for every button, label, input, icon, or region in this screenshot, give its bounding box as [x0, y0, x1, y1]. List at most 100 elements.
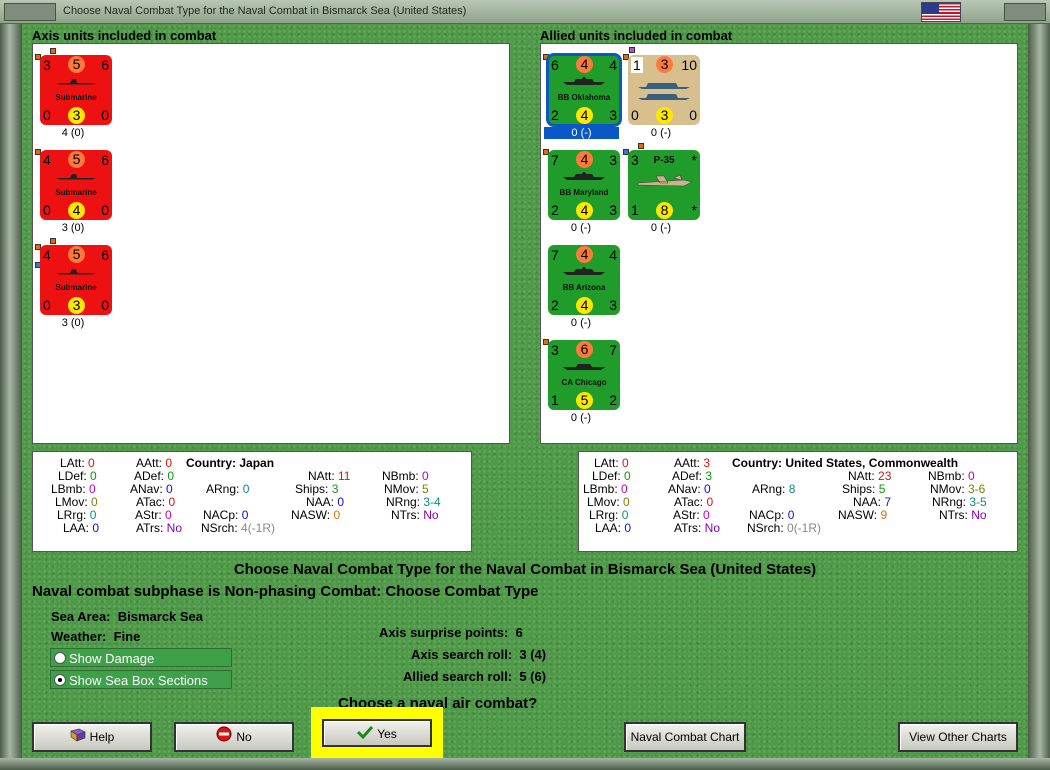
no-entry-icon	[216, 725, 232, 751]
country-row: Country: United States, Commonwealth	[732, 456, 958, 470]
stat-value: 0	[168, 495, 176, 509]
stat-value: 0	[167, 469, 175, 483]
weather-row: Weather: Fine	[51, 629, 140, 644]
stat-atac: ATac: 0	[674, 495, 714, 509]
close-button[interactable]	[1004, 3, 1046, 21]
allied-unit-card[interactable]: 7 4 4 BB Arizona 2 4 3 0 (-)	[541, 237, 621, 333]
unit-name: P-35	[653, 155, 675, 166]
country-name: Japan	[239, 456, 275, 470]
battleship-icon	[562, 267, 606, 275]
unit-value: 7	[551, 152, 559, 168]
title-bar: Choose Naval Combat Type for the Naval C…	[0, 0, 1050, 24]
stat-value: 0	[968, 469, 975, 483]
help-button[interactable]: Help	[32, 722, 152, 752]
stat-value: 0	[166, 482, 173, 496]
stat-nacp: NACp: 0	[749, 508, 795, 522]
stat-value: 0	[787, 508, 795, 522]
stat-lbmb: LBmb: 0	[51, 482, 96, 496]
allied-search-label: Allied search roll:	[403, 669, 513, 684]
unit-name: CA Chicago	[561, 378, 607, 387]
stat-nmov: NMov: 3-6	[930, 482, 986, 496]
stat-value: 0	[422, 469, 429, 483]
show-damage-option[interactable]: Show Damage	[50, 648, 232, 667]
unit-value: 2	[551, 107, 559, 123]
unit-counter: 7 4 4 BB Arizona 2 4 3	[548, 245, 620, 315]
stat-ships: Ships: 5	[842, 482, 886, 496]
allied-unit-card[interactable]: 6 4 4 BB Oklahoma 2 4 3 0 (-)	[541, 47, 622, 143]
country-label: Country:	[186, 456, 236, 470]
stat-nsrch: NSrch: 0(-1R)	[747, 521, 822, 535]
stat-nrng: NRng: 3-5	[932, 495, 987, 509]
allied-unit-card[interactable]: 1 3 10 0 3 0 0 (-)	[621, 47, 701, 143]
stat-lmov: LMov: 0	[55, 495, 98, 509]
unit-value: 0	[689, 107, 697, 123]
axis-unit-card[interactable]: 3 5 6 Submarine 0 3 0 4 (0)	[33, 47, 113, 143]
stat-value: No	[704, 521, 721, 535]
stat-value: 3-5	[969, 495, 987, 509]
stat-ships: Ships: 3	[295, 482, 339, 496]
unit-value: 4	[43, 247, 51, 263]
unit-value: 3	[656, 107, 673, 124]
stat-naa: NAA: 7	[853, 495, 892, 509]
unit-damage-text: 0 (-)	[650, 127, 672, 139]
unit-value: 5	[68, 151, 85, 168]
stat-atrs: ATrs: No	[674, 521, 721, 535]
stat-value: 3	[705, 469, 713, 483]
unit-value: 0	[101, 297, 109, 313]
stat-anav: ANav: 0	[668, 482, 711, 496]
stat-value: 3	[703, 456, 711, 470]
unit-value: 4	[576, 246, 593, 263]
stat-nasw: NASW: 0	[291, 508, 341, 522]
axis-units-panel: 3 5 6 Submarine 0 3 0 4 (0) 4 5 6 Submar…	[32, 43, 510, 444]
weather-value: Fine	[113, 629, 141, 644]
stat-value: No	[423, 508, 439, 522]
yes-button[interactable]: Yes	[322, 719, 432, 747]
unit-value: 7	[609, 342, 617, 358]
show-damage-radio[interactable]	[54, 652, 66, 664]
view-other-charts-button[interactable]: View Other Charts	[898, 722, 1018, 752]
stat-laa: LAA: 0	[63, 521, 100, 535]
stat-lmov: LMov: 0	[587, 495, 630, 509]
stat-value: 5	[878, 482, 886, 496]
unit-value: 7	[551, 247, 559, 263]
fighter-plane-icon	[634, 172, 694, 194]
stat-value: 0	[623, 495, 630, 509]
stat-nbmb: NBmb: 0	[382, 469, 429, 483]
allied-unit-card[interactable]: 3 * P-35 1 8 * 0 (-)	[621, 142, 701, 238]
allied-unit-card[interactable]: 7 4 3 BB Maryland 2 4 3 0 (-)	[541, 142, 621, 238]
unit-damage-text: 0 (-)	[570, 317, 592, 329]
axis-search-value: 3 (4)	[519, 647, 547, 662]
unit-value: 1	[631, 57, 643, 73]
system-menu-button[interactable]	[4, 3, 56, 21]
unit-counter: 3 6 7 CA Chicago 1 5 2	[548, 340, 620, 410]
no-button[interactable]: No	[174, 722, 294, 752]
dialog-body: Axis units included in combat Allied uni…	[22, 24, 1028, 758]
country-row: Country: Japan	[186, 456, 274, 470]
unit-value: 6	[101, 152, 109, 168]
unit-counter: 1 3 10 0 3 0	[628, 55, 700, 125]
unit-name: BB Arizona	[562, 283, 606, 292]
axis-surprise-label: Axis surprise points:	[379, 625, 509, 640]
axis-unit-card[interactable]: 4 5 6 Submarine 0 4 0 3 (0)	[33, 142, 113, 238]
allied-unit-card[interactable]: 3 6 7 CA Chicago 1 5 2 0 (-)	[541, 332, 621, 428]
stat-value: 0	[90, 469, 97, 483]
stat-astr: AStr: 0	[135, 508, 172, 522]
unit-marker	[50, 238, 56, 244]
stat-arng: ARng: 8	[752, 482, 796, 496]
unit-marker	[629, 47, 635, 53]
naval-combat-chart-button[interactable]: Naval Combat Chart	[624, 722, 746, 752]
stat-lrrg: LRrg: 0	[57, 508, 97, 522]
stat-astr: AStr: 0	[673, 508, 710, 522]
stat-value: 0	[88, 456, 95, 470]
stat-value: 0(-1R)	[787, 521, 822, 535]
axis-surprise-row: Axis surprise points: 6	[379, 625, 523, 640]
unit-value: 4	[576, 56, 593, 73]
show-sea-box-radio[interactable]	[54, 674, 66, 686]
stat-ntrs: NTrs: No	[939, 508, 987, 522]
allied-search-row: Allied search roll: 5 (6)	[403, 669, 546, 684]
show-sea-box-option[interactable]: Show Sea Box Sections	[50, 670, 232, 689]
unit-value: 4	[609, 247, 617, 263]
axis-unit-card[interactable]: 4 5 6 Submarine 0 3 0 3 (0)	[33, 237, 113, 333]
unit-value: 3	[609, 297, 617, 313]
stat-value: 0	[624, 521, 632, 535]
